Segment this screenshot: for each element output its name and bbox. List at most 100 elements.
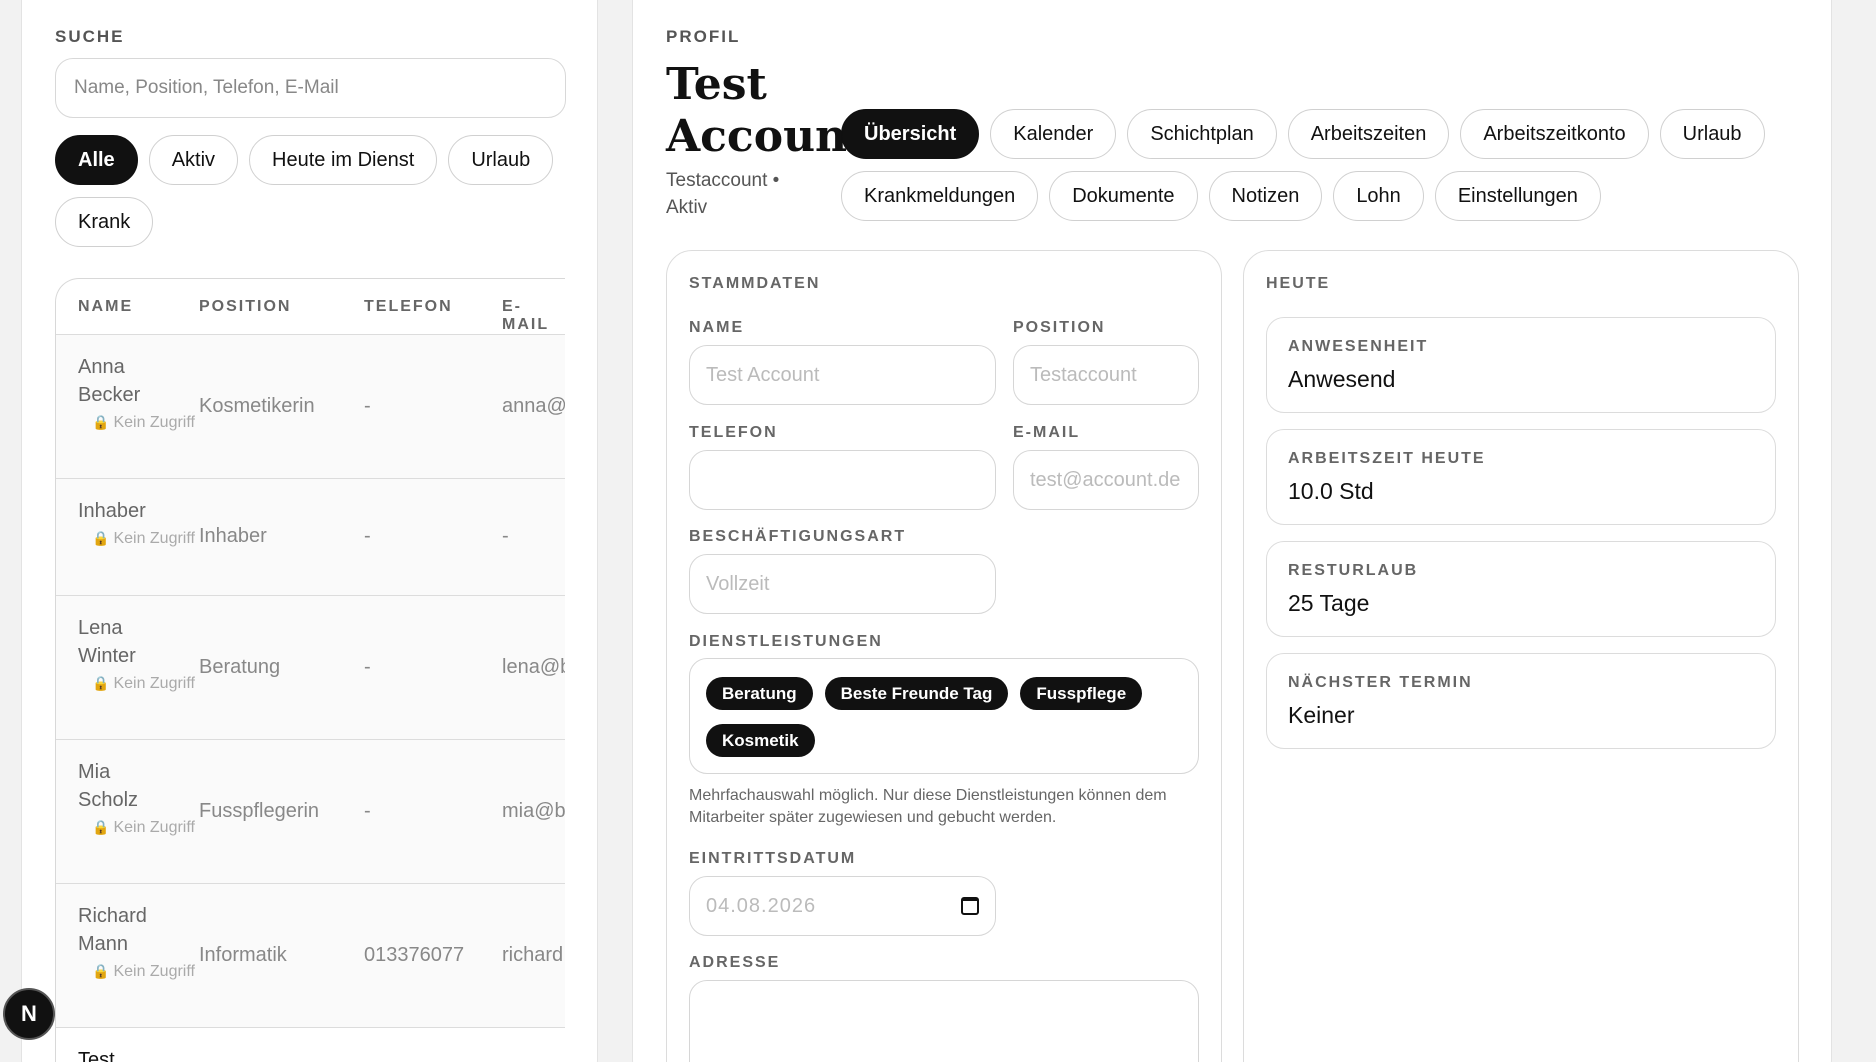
filter-sick[interactable]: Krank [55, 197, 154, 247]
employee-email: lena@b [502, 656, 565, 678]
lock-icon: 🔒 [92, 963, 110, 979]
table-row[interactable]: Inhaber 🔒 Kein Zugriff Inhaber - - [56, 479, 565, 596]
filter-chips: Alle Aktiv Heute im Dienst Urlaub Krank [55, 135, 575, 247]
email-field[interactable]: test@account.de [1013, 450, 1199, 510]
card-title: STAMMDATEN [689, 275, 821, 292]
employee-list-panel: SUCHE Alle Aktiv Heute im Dienst Urlaub … [21, 0, 598, 1062]
table-row[interactable]: Lena Winter 🔒 Kein Zugriff Beratung - lena… [56, 596, 565, 740]
employee-position: Informatik [199, 944, 287, 966]
table-header: NAME POSITION TELEFON E-MAIL [56, 279, 565, 335]
no-access-badge: 🔒 Kein Zugriff [92, 414, 195, 431]
filter-active[interactable]: Aktiv [148, 135, 239, 185]
no-access-badge: 🔒 Kein Zugriff [92, 530, 195, 547]
no-access-badge: 🔒 Kein Zugriff [92, 963, 195, 980]
tab-overview[interactable]: Übersicht [841, 109, 980, 159]
table-row[interactable]: Richard Mann 🔒 Kein Zugriff Informatik 013… [56, 884, 565, 1028]
profile-tabs: Übersicht Kalender Schichtplan Arbeitsze… [841, 109, 1801, 221]
employment-type-field[interactable]: Vollzeit [689, 554, 996, 614]
no-access-badge: 🔒 Kein Zugriff [92, 819, 195, 836]
service-tag[interactable]: Beratung [706, 677, 813, 710]
employee-position: Kosmetikerin [199, 395, 315, 417]
employee-phone: 013376077 [364, 944, 465, 966]
employee-name: Anna Becker 🔒 Kein Zugriff [78, 353, 198, 436]
name-label: NAME [689, 319, 745, 336]
position-label: POSITION [1013, 319, 1106, 336]
filter-all[interactable]: Alle [55, 135, 138, 185]
table-row[interactable]: Mia Scholz 🔒 Kein Zugriff Fusspflegerin - … [56, 740, 565, 884]
entry-date-label: EINTRITTSDATUM [689, 850, 857, 867]
stat-next-appointment: NÄCHSTER TERMIN Keiner [1266, 653, 1776, 749]
stat-label: RESTURLAUB [1288, 562, 1419, 579]
filter-vacation[interactable]: Urlaub [448, 135, 554, 185]
service-tag[interactable]: Beste Freunde Tag [824, 677, 1009, 710]
address-label: ADRESSE [689, 954, 781, 971]
page-title: Test Account [666, 59, 868, 162]
filter-on-duty-today[interactable]: Heute im Dienst [249, 135, 438, 185]
entry-date-field[interactable]: 04.08.2026 [689, 876, 996, 936]
services-label: DIENSTLEISTUNGEN [689, 633, 883, 650]
lock-icon: 🔒 [92, 414, 110, 430]
employee-email: - [502, 525, 509, 547]
tab-calendar[interactable]: Kalender [990, 109, 1117, 159]
employee-name: Richard Mann 🔒 Kein Zugriff [78, 902, 198, 985]
employee-email: anna@ [502, 395, 565, 417]
employee-position: Beratung [199, 656, 281, 678]
stat-label: NÄCHSTER TERMIN [1288, 674, 1473, 691]
tab-vacation[interactable]: Urlaub [1659, 109, 1765, 159]
nextjs-dev-button[interactable]: N [3, 988, 55, 1040]
stat-attendance: ANWESENHEIT Anwesend [1266, 317, 1776, 413]
tab-notes[interactable]: Notizen [1208, 171, 1323, 221]
employee-table: NAME POSITION TELEFON E-MAIL Anna Becker … [55, 278, 565, 1062]
service-tag[interactable]: Kosmetik [706, 724, 815, 757]
employee-position: Inhaber [199, 525, 267, 547]
employee-position: Fusspflegerin [199, 800, 320, 822]
employee-name: Lena Winter 🔒 Kein Zugriff [78, 614, 198, 697]
tab-sick-notes[interactable]: Krankmeldungen [841, 171, 1039, 221]
employee-name: Inhaber 🔒 Kein Zugriff [78, 497, 198, 552]
services-multiselect[interactable]: Beratung Beste Freunde Tag Fusspflege Ko… [689, 658, 1199, 774]
tab-shift-plan[interactable]: Schichtplan [1127, 109, 1277, 159]
tab-documents[interactable]: Dokumente [1049, 171, 1198, 221]
phone-label: TELEFON [689, 424, 778, 441]
employee-phone: - [364, 525, 371, 547]
profile-subtitle: Testaccount • Aktiv [666, 170, 780, 218]
profile-panel: PROFIL Test Account Testaccount • Aktiv … [632, 0, 1832, 1062]
employee-email: mia@b [502, 800, 565, 822]
search-label: SUCHE [55, 27, 125, 46]
column-header-phone[interactable]: TELEFON [364, 298, 453, 316]
phone-field[interactable] [689, 450, 996, 510]
column-header-email[interactable]: E-MAIL [502, 298, 565, 334]
stat-working-time-today: ARBEITSZEIT HEUTE 10.0 Std [1266, 429, 1776, 525]
column-header-name[interactable]: NAME [78, 298, 133, 316]
master-data-card: STAMMDATEN NAME Test Account POSITION Te… [666, 250, 1222, 1062]
tab-settings[interactable]: Einstellungen [1434, 171, 1601, 221]
stat-value: Keiner [1288, 702, 1355, 728]
stat-label: ANWESENHEIT [1288, 338, 1429, 355]
lock-icon: 🔒 [92, 819, 110, 835]
address-field[interactable] [689, 980, 1199, 1062]
employee-name: Mia Scholz 🔒 Kein Zugriff [78, 758, 198, 841]
table-row-selected[interactable]: Test [56, 1028, 565, 1062]
email-label: E-MAIL [1013, 424, 1081, 441]
employment-type-label: BESCHÄFTIGUNGSART [689, 528, 907, 545]
calendar-icon[interactable] [961, 897, 979, 915]
employee-phone: - [364, 395, 371, 417]
name-field[interactable]: Test Account [689, 345, 996, 405]
table-row[interactable]: Anna Becker 🔒 Kein Zugriff Kosmetikerin - … [56, 335, 565, 479]
stat-remaining-vacation: RESTURLAUB 25 Tage [1266, 541, 1776, 637]
today-card: HEUTE ANWESENHEIT Anwesend ARBEITSZEIT H… [1243, 250, 1799, 1062]
stat-value: 25 Tage [1288, 590, 1370, 616]
tab-working-times[interactable]: Arbeitszeiten [1287, 109, 1450, 159]
service-tag[interactable]: Fusspflege [1020, 677, 1143, 710]
profile-label: PROFIL [666, 27, 741, 46]
no-access-badge: 🔒 Kein Zugriff [92, 675, 195, 692]
position-field[interactable]: Testaccount [1013, 345, 1199, 405]
column-header-position[interactable]: POSITION [199, 298, 291, 316]
tab-payroll[interactable]: Lohn [1333, 171, 1424, 221]
stat-value: Anwesend [1288, 366, 1396, 392]
services-hint: Mehrfachauswahl möglich. Nur diese Diens… [689, 787, 1167, 826]
card-title: HEUTE [1266, 275, 1331, 292]
employee-phone: - [364, 800, 371, 822]
search-input[interactable] [55, 58, 566, 118]
tab-time-account[interactable]: Arbeitszeitkonto [1460, 109, 1649, 159]
